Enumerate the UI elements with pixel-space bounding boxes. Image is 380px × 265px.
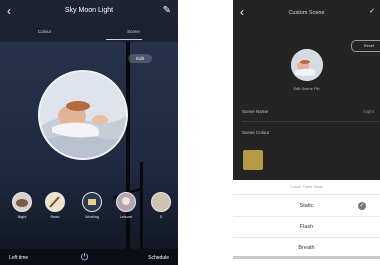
scene-label: Night [17, 215, 27, 219]
left-time-button[interactable]: Left time [9, 255, 28, 261]
scene-label: Read [50, 215, 60, 219]
scene-name-label: Scene Name [242, 109, 269, 114]
scene-label: Working [85, 215, 99, 219]
colour-swatch[interactable] [243, 150, 263, 170]
scene-photo[interactable] [38, 70, 128, 160]
tab-colour[interactable]: Colour [0, 29, 89, 34]
mode-tabs: Colour Scene [0, 27, 178, 41]
night-scene-icon [12, 192, 32, 212]
scene-screen: ‹ Sky Moon Light ✎ Colour Scene Edit Nig… [0, 0, 178, 265]
pencil-icon[interactable]: ✎ [163, 5, 171, 16]
edit-scene-button[interactable]: Edit [128, 54, 152, 63]
sheet-bottom-bar [233, 256, 380, 259]
page-title: Sky Moon Light [64, 7, 114, 14]
option-flash[interactable]: Flash [233, 218, 380, 236]
scene-list: Night Read Working Leisure S [0, 192, 178, 232]
divider [233, 237, 380, 238]
read-scene-icon [45, 192, 65, 212]
scene-item-more[interactable]: S [150, 192, 172, 219]
sleeping-baby-photo [40, 72, 126, 158]
leisure-scene-icon [116, 192, 136, 212]
custom-scene-screen: ‹ Custom Scene ✓ Reset Edit Scene Pic Sc… [233, 0, 380, 265]
nav-bar: ‹ Sky Moon Light ✎ [0, 0, 178, 24]
sheet-title: Colour Flash Mode [289, 184, 324, 189]
divider [233, 194, 380, 195]
bottom-bar: Left time Schedule [0, 249, 178, 265]
scene-item-working[interactable]: Working [81, 192, 103, 219]
scene-label: S [159, 215, 163, 219]
power-icon[interactable] [80, 252, 89, 261]
flash-mode-sheet: Colour Flash Mode Static ✓ Flash Breath [233, 180, 380, 265]
nav-bar: ‹ Custom Scene ✓ [233, 0, 380, 26]
scene-item-night[interactable]: Night [11, 192, 33, 219]
scene-colour-label: Scene Colour [242, 130, 270, 135]
scene-photo[interactable] [291, 49, 323, 81]
scene-item-leisure[interactable]: Leisure [115, 192, 137, 219]
scene-label: Leisure [119, 215, 133, 219]
check-icon: ✓ [358, 202, 366, 210]
sleeping-baby-photo [291, 49, 323, 81]
tab-scene[interactable]: Scene [89, 29, 178, 34]
check-icon[interactable]: ✓ [369, 7, 375, 15]
scene-name-value[interactable]: Night [363, 109, 374, 114]
reset-button[interactable]: Reset [351, 40, 380, 52]
scene-icon [151, 192, 171, 212]
page-title: Custom Scene [288, 10, 325, 16]
working-scene-icon [82, 192, 102, 212]
divider [242, 121, 380, 122]
schedule-button[interactable]: Schedule [148, 255, 169, 261]
scene-item-read[interactable]: Read [44, 192, 66, 219]
edit-scene-pic-label[interactable]: Edit Scene Pic [233, 86, 380, 91]
active-tab-indicator [106, 39, 142, 40]
option-breath[interactable]: Breath [233, 239, 380, 257]
divider [233, 216, 380, 217]
